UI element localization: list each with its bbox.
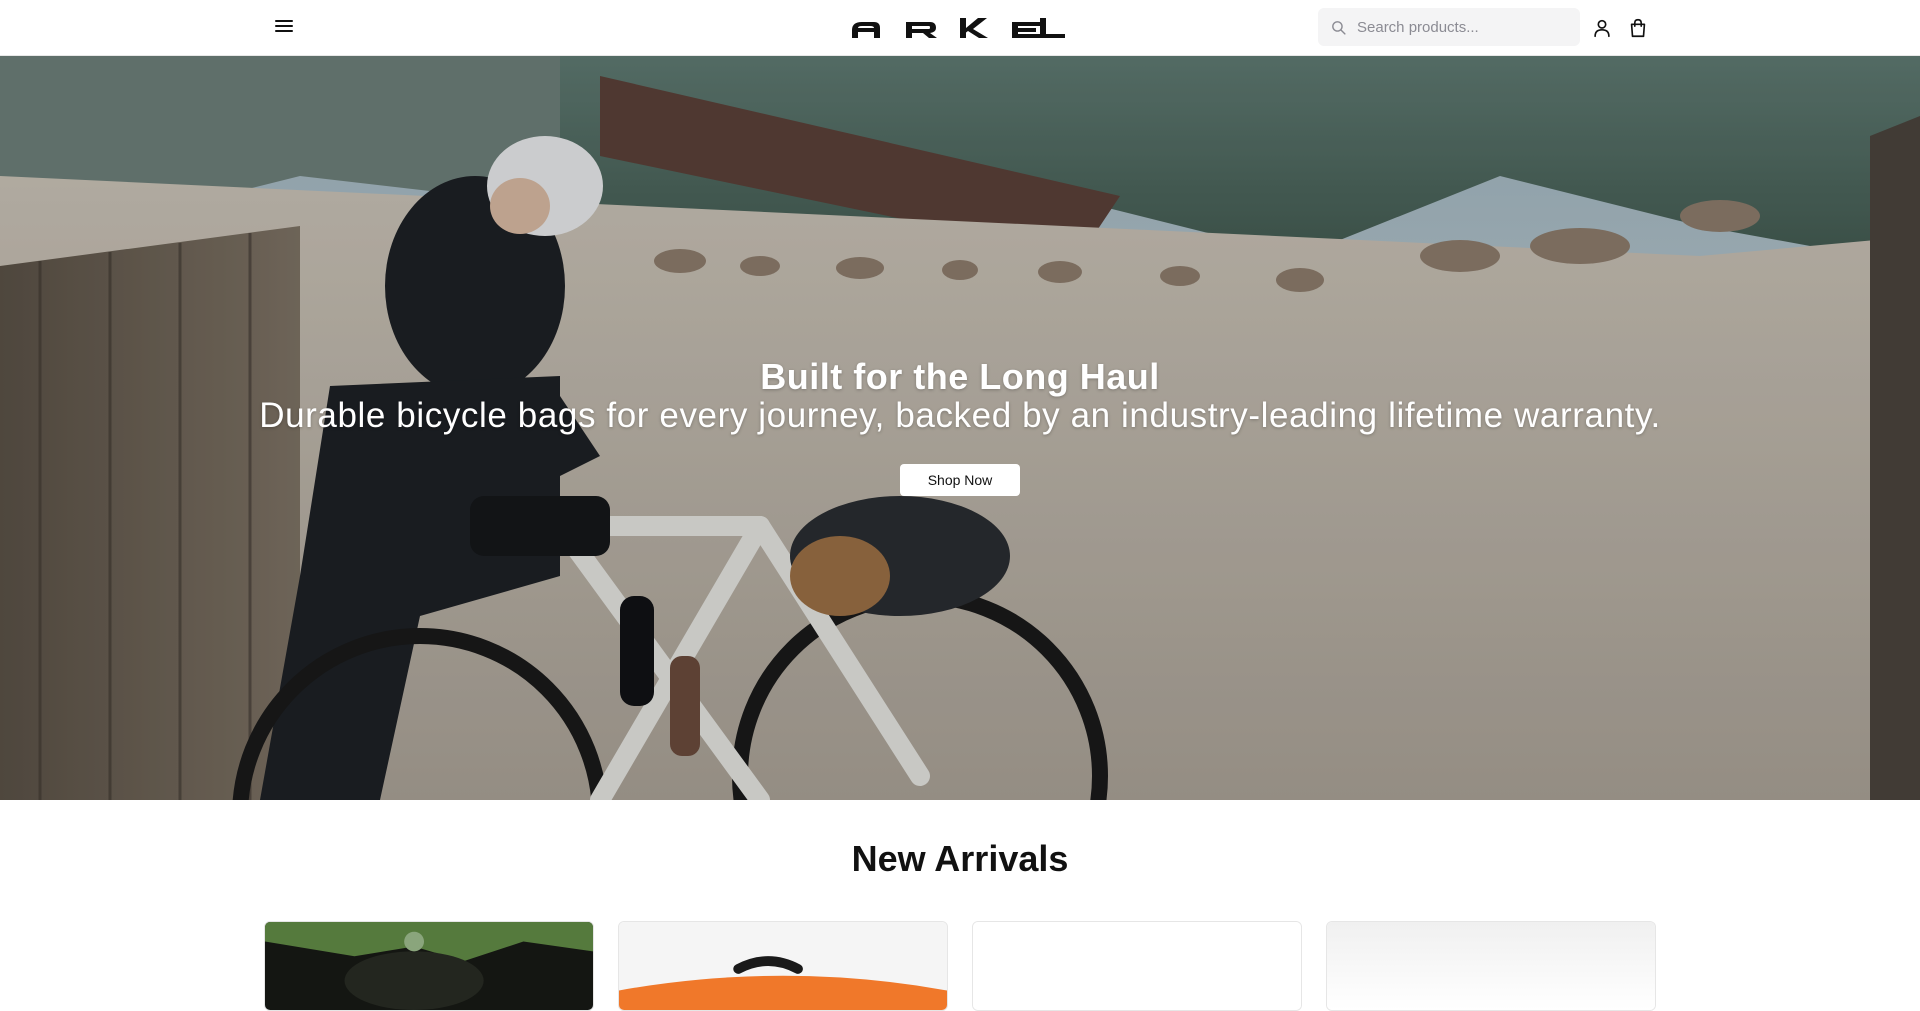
- search-icon: [1332, 20, 1346, 35]
- hero-banner: Built for the Long Haul Durable bicycle …: [0, 56, 1920, 800]
- hero-title: Built for the Long Haul: [760, 356, 1160, 397]
- product-image: [973, 922, 1301, 1010]
- product-image: [265, 922, 593, 1010]
- shop-now-button[interactable]: Shop Now: [900, 464, 1020, 496]
- search-input[interactable]: [1357, 18, 1557, 36]
- search-bar[interactable]: [1318, 8, 1580, 46]
- brand-logo[interactable]: [850, 16, 1070, 40]
- hero-subtitle: Durable bicycle bags for every journey, …: [259, 396, 1661, 435]
- new-arrivals-title: New Arrivals: [851, 838, 1069, 879]
- site-header: [0, 0, 1920, 56]
- product-image: [1327, 922, 1655, 1010]
- product-card[interactable]: [972, 921, 1302, 1011]
- menu-icon[interactable]: [274, 17, 294, 37]
- product-card[interactable]: [1326, 921, 1656, 1011]
- product-card[interactable]: [264, 921, 594, 1011]
- user-icon[interactable]: [1591, 17, 1613, 39]
- shopping-bag-icon[interactable]: [1627, 17, 1649, 39]
- product-card[interactable]: [618, 921, 948, 1011]
- product-image: [619, 922, 947, 1010]
